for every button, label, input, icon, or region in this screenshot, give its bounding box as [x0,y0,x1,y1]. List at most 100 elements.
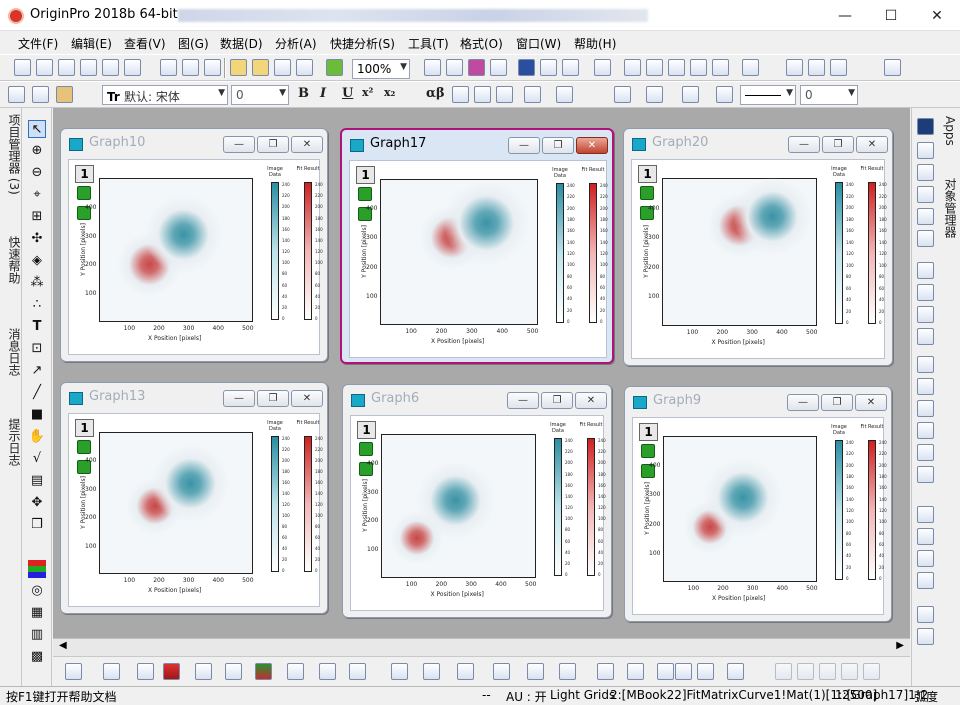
new-graph-icon[interactable] [80,59,97,76]
merge-icon[interactable] [917,284,934,301]
cut-icon[interactable] [8,86,25,103]
menu-format[interactable]: 格式(O) [460,35,503,52]
code-builder-icon[interactable] [624,59,641,76]
line-plot-icon[interactable] [65,663,82,680]
layer-icon[interactable] [917,262,934,279]
colorbar-fit-result[interactable] [304,436,312,572]
draw-data-icon[interactable]: ∴ [28,296,46,314]
graph-page[interactable]: 1 100 200 300 400 100 200 300 400 500 X Position … [349,160,608,358]
italic-button[interactable]: I [320,86,326,101]
copy-icon[interactable] [32,86,49,103]
graph-window-title[interactable]: Graph6 [371,391,419,406]
graph-restore-button[interactable]: ❐ [257,136,289,153]
graph-page[interactable]: 1 100 200 300 400 100 200 300 400 500 X Position … [68,159,323,355]
project-explorer-icon[interactable] [594,59,611,76]
lock-icon[interactable] [641,444,655,458]
graph-page[interactable]: 1 100 200 300 400 100 200 300 400 500 X Position … [350,415,606,611]
tab-apps[interactable]: Apps [943,116,960,146]
layer-icon[interactable] [690,59,707,76]
find-icon[interactable] [646,59,663,76]
rectangle-tool-icon[interactable]: ■ [28,406,46,424]
arrange-layers-icon[interactable] [917,306,934,323]
tilt-left-icon[interactable] [819,663,836,680]
graph-close-button[interactable]: ✕ [856,136,888,153]
rescale-icon[interactable] [917,208,934,225]
backward-icon[interactable] [917,572,934,589]
hand-tool-icon[interactable]: ✋ [28,428,46,446]
graph-window-title[interactable]: Graph10 [89,135,145,150]
speed-mode-icon[interactable] [917,230,934,247]
box-matrix-icon[interactable] [697,663,714,680]
text-tool-icon[interactable]: T [28,318,46,336]
arrow-tool-icon[interactable]: ↗ [28,362,46,380]
new-excel-icon[interactable] [182,59,199,76]
bear-icon[interactable] [627,663,644,680]
minimize-button[interactable]: — [822,0,868,31]
menu-window[interactable]: 窗口(W) [516,35,561,52]
layer-number-button[interactable]: 1 [75,419,94,437]
color-palette-icon[interactable] [28,560,46,578]
graph-restore-button[interactable]: ❐ [257,390,289,407]
pointer-icon[interactable]: ↖ [28,120,46,138]
cat-icon[interactable] [597,663,614,680]
equation-icon[interactable]: √ [28,450,46,468]
menu-tools[interactable]: 工具(T) [408,35,449,52]
sort-icon[interactable] [830,59,847,76]
3d-scatter-icon[interactable] [457,663,474,680]
new-layout-icon[interactable] [160,59,177,76]
graph-page[interactable]: 1 100 200 300 400 100 200 300 400 500 X Position … [631,159,887,359]
graph-close-button[interactable]: ✕ [575,392,607,409]
align-vertical-icon[interactable] [917,444,934,461]
tick-marks-icon[interactable] [524,86,541,103]
colorbar-fit-result[interactable] [587,438,595,576]
new-project-icon[interactable] [14,59,31,76]
grid-matrix-icon[interactable] [675,663,692,680]
pattern-icon[interactable] [646,86,663,103]
zoom-out-icon[interactable]: ⊖ [28,164,46,182]
tab-message-log[interactable]: 消息日志 [2,328,21,376]
graph-window[interactable]: Graph13 — ❐ ✕ 1 100 200 300 400 100 200 300 400… [60,382,328,614]
list-tool-icon[interactable]: ▥ [28,626,46,644]
layer-number-button[interactable]: 1 [357,421,376,439]
insert-graph-icon[interactable]: ▤ [28,472,46,490]
lock-icon[interactable] [77,186,91,200]
align-left-icon[interactable] [917,356,934,373]
new-code-icon[interactable] [204,59,221,76]
tilt-right-icon[interactable] [841,663,858,680]
annotation-icon[interactable]: ⊡ [28,340,46,358]
add-top-x-icon[interactable] [917,164,934,181]
graph-window-title[interactable]: Graph20 [652,135,708,150]
graph-window-title[interactable]: Graph9 [653,393,701,408]
circle-tool-icon[interactable]: ◎ [28,582,46,600]
scroll-right-icon[interactable]: ▶ [896,640,904,651]
graph-window[interactable]: Graph20 — ❐ ✕ 1 100 200 300 400 100 200 300 400… [623,128,893,366]
horizontal-scrollbar[interactable]: ◀ ▶ [53,638,910,656]
layer-number-button[interactable]: 1 [356,166,375,184]
settings-icon[interactable] [712,59,729,76]
rotate-left-icon[interactable] [775,663,792,680]
ungroup-icon[interactable] [917,628,934,645]
graph-window[interactable]: Graph6 — ❐ ✕ 1 100 200 300 400 100 200 300 400 5… [342,384,612,618]
3d-bar-icon[interactable] [423,663,440,680]
layer-contents-icon[interactable] [917,118,934,135]
layer-number-button[interactable]: 1 [75,165,94,183]
line-symbol-plot-icon[interactable] [137,663,154,680]
scatter-plot-icon[interactable] [103,663,120,680]
fill-color-icon[interactable] [614,86,631,103]
arrange-icon[interactable] [884,59,901,76]
align-top-icon[interactable] [917,400,934,417]
colorbar-fit-result[interactable] [868,440,876,580]
workbook-manager-icon[interactable] [490,59,507,76]
menu-help[interactable]: 帮助(H) [574,35,616,52]
column-plot-icon[interactable] [163,663,180,680]
front-icon[interactable] [917,506,934,523]
calendar-icon[interactable] [668,59,685,76]
group-icon[interactable] [917,606,934,623]
subscript-button[interactable]: x₂ [384,86,395,99]
print-icon[interactable] [424,59,441,76]
tab-object-manager[interactable]: 对象管理器 [943,178,960,238]
add-xy-icon[interactable] [917,186,934,203]
lock-icon[interactable] [77,440,91,454]
underline-button[interactable]: U [342,86,353,101]
graph-window-title[interactable]: Graph13 [89,389,145,404]
